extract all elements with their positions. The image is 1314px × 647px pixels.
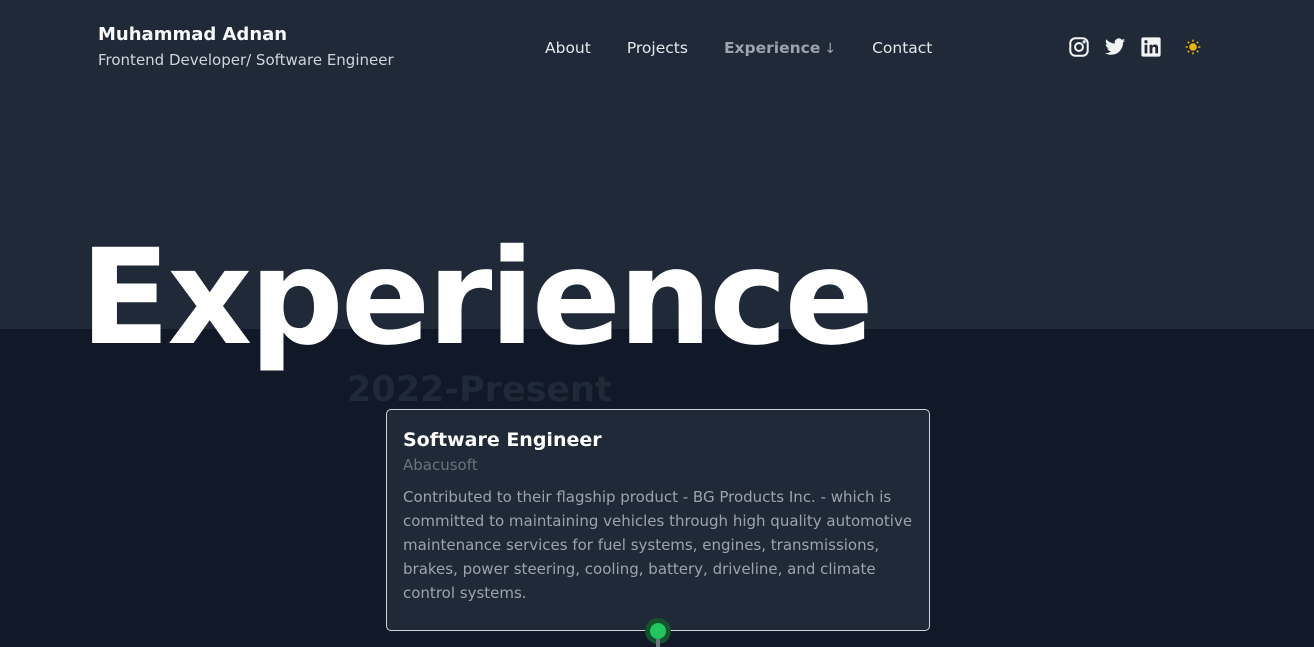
timeline-line: [656, 639, 660, 647]
experience-period: 2022-Present: [347, 370, 612, 410]
job-description: Contributed to their flagship product - …: [403, 488, 913, 602]
twitter-icon[interactable]: [1103, 35, 1127, 59]
brand-role: Frontend Developer/ Software Engineer: [98, 51, 394, 69]
social-links: [1067, 35, 1205, 59]
nav-about[interactable]: About: [545, 39, 591, 57]
nav-experience[interactable]: Experience ↓: [724, 39, 836, 57]
site-header: Muhammad Adnan Frontend Developer/ Softw…: [0, 0, 1314, 90]
linkedin-icon[interactable]: [1139, 35, 1163, 59]
brand-name[interactable]: Muhammad Adnan: [98, 24, 394, 46]
nav-contact[interactable]: Contact: [872, 39, 932, 57]
nav-experience-label: Experience: [723, 39, 821, 57]
arrow-down-icon: ↓: [824, 41, 837, 57]
instagram-icon[interactable]: [1067, 35, 1091, 59]
company-name: Abacusoft: [403, 456, 478, 474]
nav-projects[interactable]: Projects: [627, 39, 688, 57]
job-title: Software Engineer: [403, 429, 602, 451]
sun-icon[interactable]: [1181, 35, 1205, 59]
page-title: Experience: [80, 221, 874, 375]
experience-card: Software Engineer Abacusoft Contributed …: [386, 409, 930, 631]
main-nav: About Projects Experience ↓ Contact: [545, 37, 968, 59]
brand: Muhammad Adnan Frontend Developer/ Softw…: [98, 24, 394, 70]
timeline-dot: [650, 623, 666, 639]
